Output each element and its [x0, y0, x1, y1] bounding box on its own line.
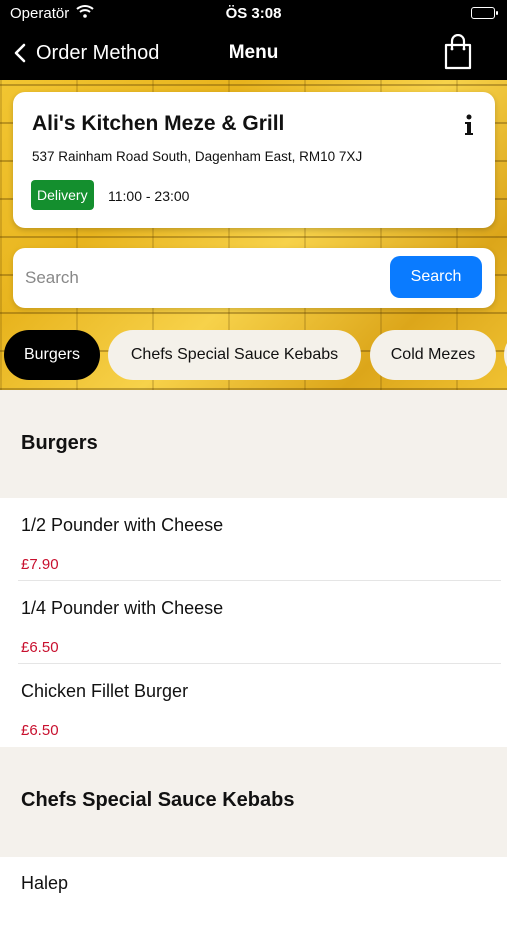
menu-item[interactable]: Chicken Fillet Burger £6.50	[0, 664, 507, 747]
menu-item[interactable]: 1/2 Pounder with Cheese £7.90	[0, 498, 507, 581]
section-header-burgers: Burgers	[0, 390, 507, 498]
clock: ÖS 3:08	[225, 5, 282, 22]
info-icon[interactable]	[463, 114, 475, 136]
item-name: 1/4 Pounder with Cheese	[21, 598, 224, 618]
battery-icon	[471, 7, 498, 19]
item-price: £7.90	[21, 556, 59, 573]
shopping-bag-icon[interactable]	[443, 34, 473, 70]
search-button[interactable]: Search	[390, 256, 482, 298]
item-name: 1/2 Pounder with Cheese	[21, 515, 224, 535]
restaurant-name: Ali's Kitchen Meze & Grill	[32, 112, 285, 135]
section-header-chefs-special: Chefs Special Sauce Kebabs	[0, 747, 507, 857]
item-price: £6.50	[21, 639, 59, 656]
item-name: Chicken Fillet Burger	[21, 681, 189, 701]
status-bar: Operatör ÖS 3:08	[0, 0, 507, 28]
category-chip-chefs-special[interactable]: Chefs Special Sauce Kebabs	[108, 330, 361, 380]
nav-bar: Order Method Menu	[0, 28, 507, 80]
category-chip-cold-mezes[interactable]: Cold Mezes	[370, 330, 496, 380]
search-card: Search	[13, 248, 495, 308]
restaurant-address: 537 Rainham Road South, Dagenham East, R…	[32, 149, 363, 164]
section-title: Burgers	[21, 432, 98, 454]
search-input[interactable]	[25, 260, 385, 296]
menu-item[interactable]: 1/4 Pounder with Cheese £6.50	[0, 581, 507, 664]
opening-hours: 11:00 - 23:00	[108, 188, 190, 204]
delivery-badge: Delivery	[31, 180, 94, 210]
category-chip-burgers[interactable]: Burgers	[4, 330, 100, 380]
menu-item[interactable]: Halep	[0, 857, 507, 940]
category-bar: Burgers Chefs Special Sauce Kebabs Cold …	[0, 330, 507, 382]
item-price: £6.50	[21, 722, 59, 739]
section-title: Chefs Special Sauce Kebabs	[21, 789, 295, 811]
item-name: Halep	[21, 873, 69, 893]
page-title: Menu	[228, 42, 279, 63]
restaurant-info-card: Ali's Kitchen Meze & Grill 537 Rainham R…	[13, 92, 495, 228]
